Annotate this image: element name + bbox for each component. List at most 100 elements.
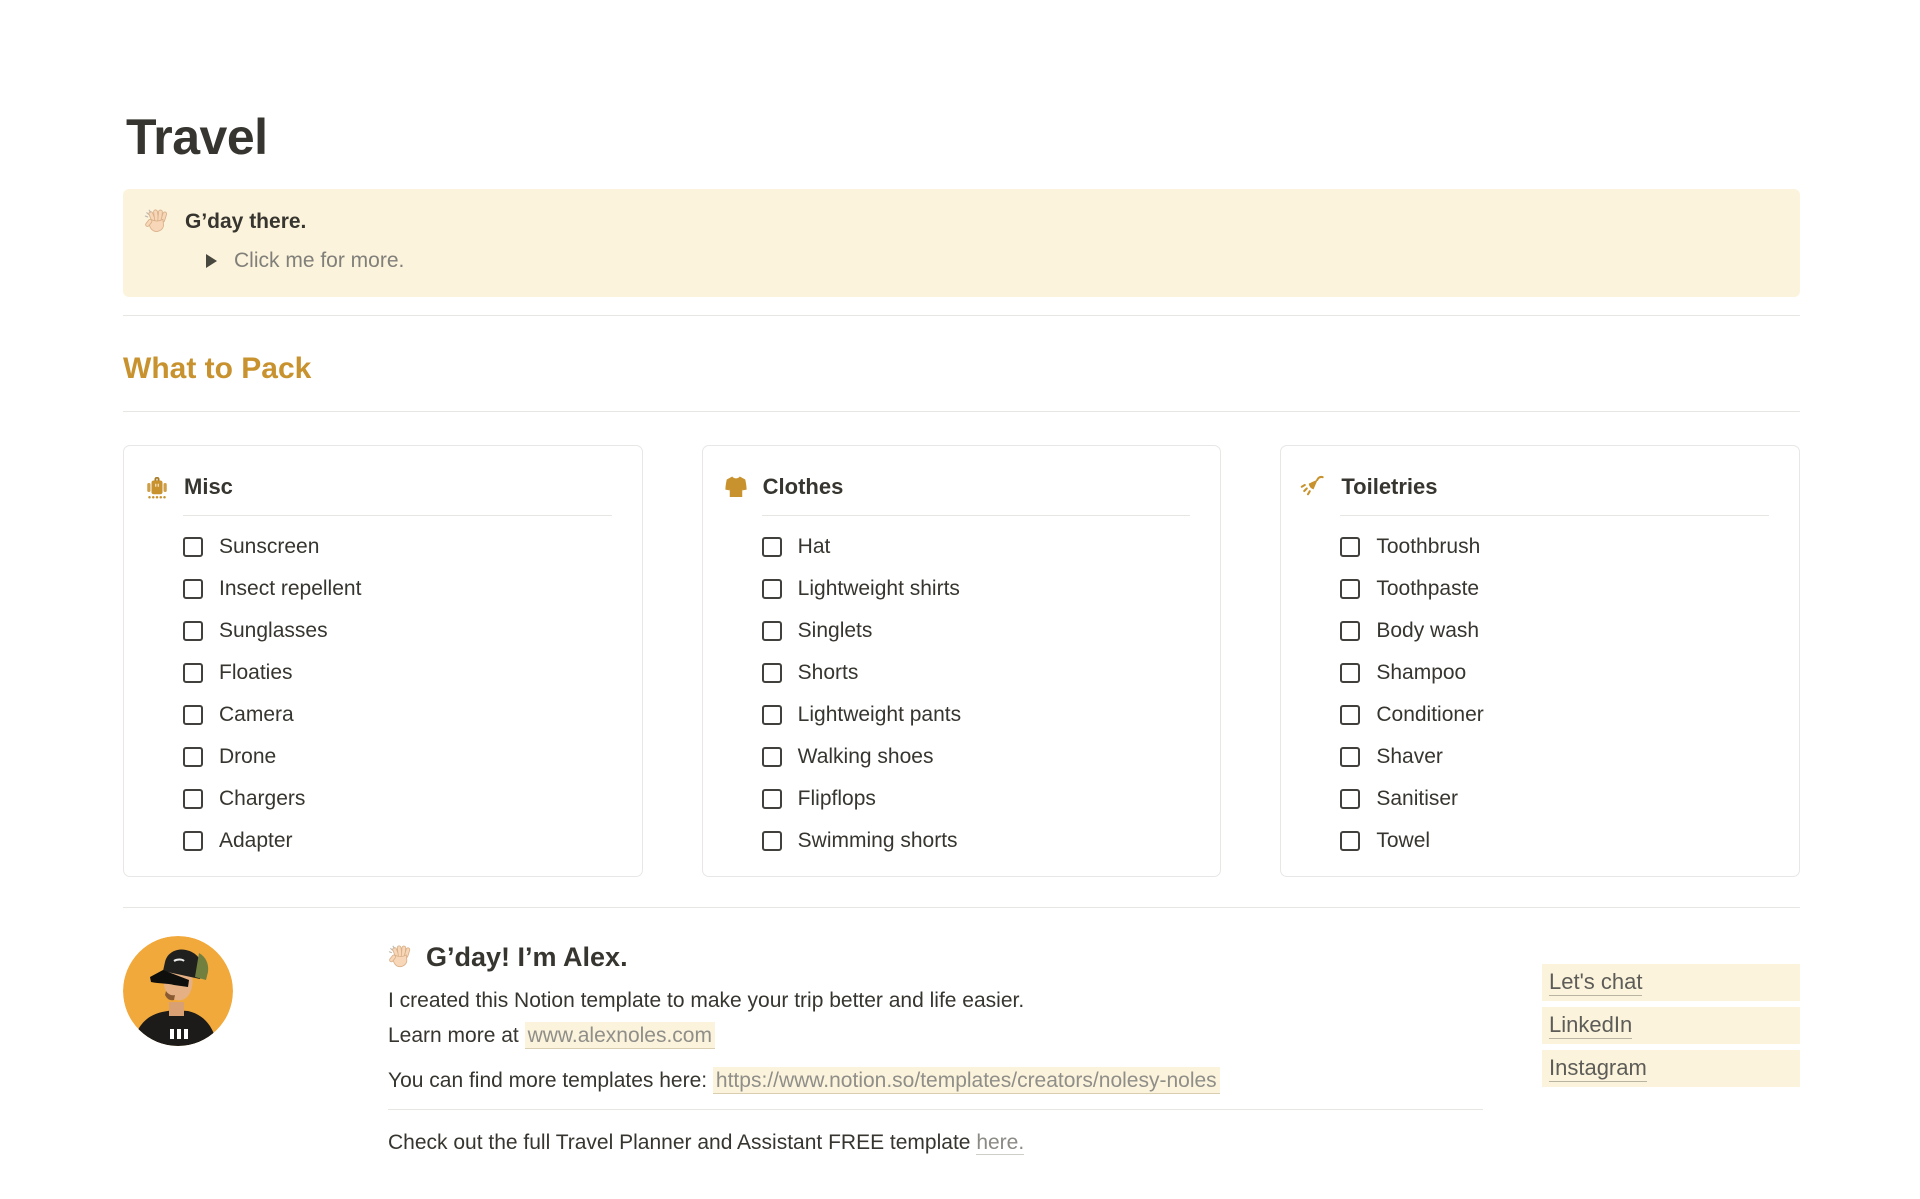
todo-item[interactable]: Walking shoes [762, 746, 1191, 768]
toggle-arrow-icon[interactable] [206, 254, 217, 268]
pack-cards-row: Misc Sunscreen Insect repellent Sunglass… [123, 445, 1800, 877]
pack-card-toiletries: Toiletries Toothbrush Toothpaste Body wa… [1280, 445, 1800, 877]
divider [123, 907, 1800, 908]
todo-item[interactable]: Insect repellent [183, 578, 612, 600]
todo-item[interactable]: Lightweight shirts [762, 578, 1191, 600]
todo-item[interactable]: Conditioner [1340, 704, 1769, 726]
pack-card-title: Misc [184, 474, 233, 500]
todo-label: Walking shoes [798, 745, 934, 769]
checkbox-unchecked-icon[interactable] [1340, 621, 1360, 641]
checkbox-unchecked-icon[interactable] [1340, 663, 1360, 683]
todo-item[interactable]: Hat [762, 536, 1191, 558]
divider [388, 1109, 1483, 1110]
todo-item[interactable]: Lightweight pants [762, 704, 1191, 726]
todo-label: Sunglasses [219, 619, 328, 643]
todo-item[interactable]: Shampoo [1340, 662, 1769, 684]
divider [123, 315, 1800, 316]
checkbox-unchecked-icon[interactable] [1340, 789, 1360, 809]
here-link[interactable]: here. [976, 1131, 1024, 1155]
luggage-icon [142, 472, 172, 502]
footer-line-1: I created this Notion template to make y… [388, 989, 1483, 1013]
todo-item[interactable]: Toothpaste [1340, 578, 1769, 600]
todo-label: Flipflops [798, 787, 876, 811]
pack-card-clothes: Clothes Hat Lightweight shirts Singlets … [702, 445, 1222, 877]
todo-item[interactable]: Towel [1340, 830, 1769, 852]
website-link[interactable]: www.alexnoles.com [525, 1022, 715, 1049]
checkbox-unchecked-icon[interactable] [183, 747, 203, 767]
todo-label: Chargers [219, 787, 305, 811]
pack-card-title: Clothes [763, 474, 844, 500]
todo-item[interactable]: Singlets [762, 620, 1191, 642]
todo-item[interactable]: Adapter [183, 830, 612, 852]
todo-item[interactable]: Drone [183, 746, 612, 768]
todo-label: Singlets [798, 619, 873, 643]
checkbox-unchecked-icon[interactable] [762, 537, 782, 557]
todo-item[interactable]: Body wash [1340, 620, 1769, 642]
checkbox-unchecked-icon[interactable] [762, 705, 782, 725]
todo-label: Lightweight shirts [798, 577, 960, 601]
todo-label: Towel [1376, 829, 1430, 853]
checkbox-unchecked-icon[interactable] [183, 537, 203, 557]
checkbox-unchecked-icon[interactable] [1340, 747, 1360, 767]
card-divider [762, 515, 1191, 516]
social-link[interactable]: LinkedIn [1542, 1007, 1800, 1044]
todo-label: Toothbrush [1376, 535, 1480, 559]
page-title: Travel [126, 107, 1800, 167]
checkbox-unchecked-icon[interactable] [1340, 579, 1360, 599]
todo-item[interactable]: Camera [183, 704, 612, 726]
todo-label: Camera [219, 703, 294, 727]
greeting-callout: G’day there. Click me for more. [123, 189, 1800, 297]
pack-card-misc: Misc Sunscreen Insect repellent Sunglass… [123, 445, 643, 877]
checkbox-unchecked-icon[interactable] [183, 663, 203, 683]
checkbox-unchecked-icon[interactable] [1340, 705, 1360, 725]
todo-item[interactable]: Toothbrush [1340, 536, 1769, 558]
checkbox-unchecked-icon[interactable] [1340, 831, 1360, 851]
footer-text-column: G’day! I’m Alex. I created this Notion t… [388, 936, 1483, 1155]
social-link[interactable]: Instagram [1542, 1050, 1800, 1087]
todo-label: Sunscreen [219, 535, 319, 559]
todo-item[interactable]: Swimming shorts [762, 830, 1191, 852]
todo-item[interactable]: Shorts [762, 662, 1191, 684]
todo-label: Floaties [219, 661, 293, 685]
toggle-label[interactable]: Click me for more. [234, 249, 404, 273]
todo-label: Insect repellent [219, 577, 361, 601]
checkbox-unchecked-icon[interactable] [183, 705, 203, 725]
todo-label: Shampoo [1376, 661, 1466, 685]
checkbox-unchecked-icon[interactable] [183, 579, 203, 599]
checkbox-unchecked-icon[interactable] [183, 621, 203, 641]
todo-item[interactable]: Floaties [183, 662, 612, 684]
checkbox-unchecked-icon[interactable] [762, 579, 782, 599]
divider [123, 411, 1800, 412]
wave-hand-icon [388, 944, 415, 971]
footer-line-2: Learn more at www.alexnoles.com [388, 1024, 1483, 1048]
todo-item[interactable]: Sunscreen [183, 536, 612, 558]
todo-label: Swimming shorts [798, 829, 958, 853]
wave-hand-icon [144, 208, 172, 236]
todo-item[interactable]: Shaver [1340, 746, 1769, 768]
footer-line-4: Check out the full Travel Planner and As… [388, 1131, 1483, 1155]
checkbox-unchecked-icon[interactable] [183, 831, 203, 851]
todo-label: Sanitiser [1376, 787, 1458, 811]
checkbox-unchecked-icon[interactable] [183, 789, 203, 809]
templates-link[interactable]: https://www.notion.so/templates/creators… [713, 1067, 1220, 1094]
footer-line-2-text: Learn more at [388, 1024, 525, 1047]
toggle-block[interactable]: Click me for more. [206, 249, 1776, 273]
social-link[interactable]: Let's chat [1542, 964, 1800, 1001]
checkbox-unchecked-icon[interactable] [762, 747, 782, 767]
todo-label: Toothpaste [1376, 577, 1479, 601]
checkbox-unchecked-icon[interactable] [1340, 537, 1360, 557]
todo-label: Lightweight pants [798, 703, 961, 727]
todo-item[interactable]: Flipflops [762, 788, 1191, 810]
todo-label: Body wash [1376, 619, 1479, 643]
todo-item[interactable]: Sanitiser [1340, 788, 1769, 810]
checkbox-unchecked-icon[interactable] [762, 621, 782, 641]
checkbox-unchecked-icon[interactable] [762, 831, 782, 851]
footer-line-3: You can find more templates here: https:… [388, 1069, 1483, 1093]
checkbox-unchecked-icon[interactable] [762, 663, 782, 683]
todo-item[interactable]: Chargers [183, 788, 612, 810]
card-divider [183, 515, 612, 516]
todo-label: Adapter [219, 829, 293, 853]
footer-greeting: G’day! I’m Alex. [426, 942, 628, 973]
todo-item[interactable]: Sunglasses [183, 620, 612, 642]
checkbox-unchecked-icon[interactable] [762, 789, 782, 809]
